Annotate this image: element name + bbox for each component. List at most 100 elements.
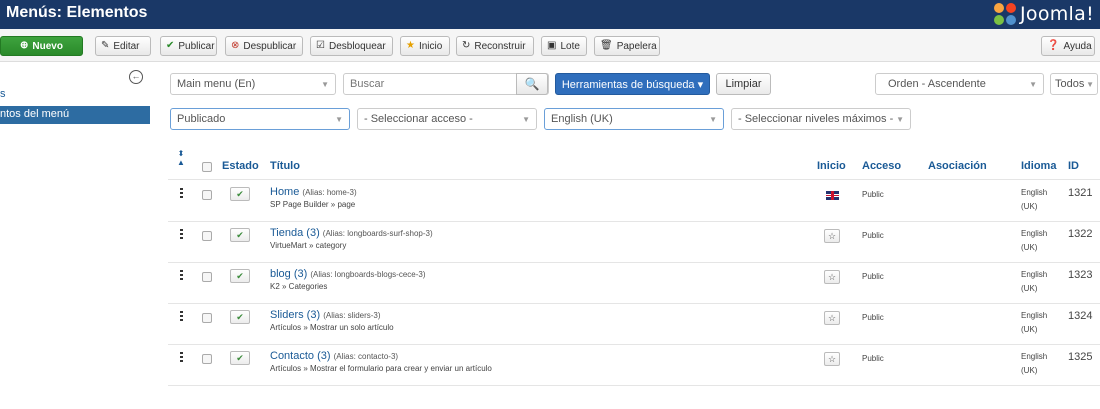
column-association[interactable]: Asociación (928, 160, 987, 172)
uk-flag-icon[interactable] (826, 191, 839, 200)
clear-button[interactable]: Limpiar (716, 73, 771, 95)
caret-down-icon: ▼ (1029, 80, 1037, 89)
sidebar: ← s ntos del menú (0, 62, 150, 132)
item-type: Artículos » Mostrar el formulario para c… (270, 364, 492, 373)
published-toggle[interactable]: ✔ (230, 187, 250, 201)
select-all-checkbox[interactable] (202, 162, 212, 172)
batch-button[interactable]: ▣ Lote (541, 36, 587, 56)
set-home-star-icon[interactable]: ☆ (824, 352, 840, 366)
caret-down-icon: ▼ (709, 115, 717, 124)
item-title-link[interactable]: Contacto (3) (Alias: contacto-3) (270, 350, 398, 362)
drag-handle-icon[interactable] (180, 352, 183, 362)
published-toggle[interactable]: ✔ (230, 310, 250, 324)
publish-button[interactable]: ✔ Publicar (160, 36, 217, 56)
caret-down-icon: ▼ (321, 80, 329, 89)
joomla-logo-icon (994, 3, 1016, 25)
item-language: English (UK) (1021, 311, 1048, 334)
row-divider (168, 262, 1100, 263)
access-level: Public (862, 272, 884, 281)
language-select[interactable]: English (UK) ▼ (544, 108, 724, 130)
star-icon: ★ (406, 40, 415, 51)
unpublish-button[interactable]: ⊗ Despublicar (225, 36, 303, 56)
access-level: Public (862, 231, 884, 240)
item-id: 1321 (1068, 187, 1093, 199)
checkbox-partial-icon: ▣ (547, 40, 557, 51)
search-button[interactable]: 🔍 (516, 73, 548, 95)
search-input[interactable] (344, 74, 514, 94)
sort-ordering-icon[interactable]: ⬍ ▲ (177, 149, 185, 167)
column-home[interactable]: Inicio (817, 160, 846, 172)
published-toggle[interactable]: ✔ (230, 351, 250, 365)
search-box: 🔍 (343, 73, 549, 95)
access-level: Public (862, 190, 884, 199)
trash-button[interactable]: 🗑 Papelera (594, 36, 660, 56)
item-type: VirtueMart » category (270, 241, 347, 250)
check-icon: ✔ (236, 312, 244, 322)
column-status[interactable]: Estado (222, 160, 259, 172)
check-icon: ✔ (236, 271, 244, 281)
app-header: Menús: Elementos Joomla! (0, 0, 1100, 29)
published-toggle[interactable]: ✔ (230, 269, 250, 283)
rebuild-button[interactable]: ↻ Reconstruir (456, 36, 534, 56)
remove-icon: ⊗ (231, 40, 240, 51)
set-home-star-icon[interactable]: ☆ (824, 229, 840, 243)
row-checkbox[interactable] (202, 272, 212, 282)
caret-down-icon: ▼ (335, 115, 343, 124)
item-language: English (UK) (1021, 229, 1048, 252)
item-language: English (UK) (1021, 270, 1048, 293)
logo-text: Joomla! (1020, 3, 1094, 25)
max-levels-select[interactable]: - Seleccionar niveles máximos - ▼ (731, 108, 911, 130)
row-checkbox[interactable] (202, 354, 212, 364)
state-select[interactable]: Publicado ▼ (170, 108, 350, 130)
caret-down-icon: ▼ (522, 115, 530, 124)
drag-handle-icon[interactable] (180, 311, 183, 321)
row-divider (168, 221, 1100, 222)
help-button[interactable]: ❓ Ayuda (1041, 36, 1095, 56)
item-type: Artículos » Mostrar un solo artículo (270, 323, 394, 332)
search-tools-button[interactable]: Herramientas de búsqueda ▾ (555, 73, 710, 95)
row-divider (168, 303, 1100, 304)
published-toggle[interactable]: ✔ (230, 228, 250, 242)
column-language[interactable]: Idioma (1021, 160, 1056, 172)
row-checkbox[interactable] (202, 313, 212, 323)
check-icon: ✔ (236, 230, 244, 240)
column-access[interactable]: Acceso (862, 160, 901, 172)
drag-handle-icon[interactable] (180, 229, 183, 239)
caret-down-icon: ▼ (1086, 80, 1094, 89)
item-title-link[interactable]: Home (Alias: home-3) (270, 186, 357, 198)
column-title[interactable]: Título (270, 160, 300, 172)
new-button[interactable]: ⊕ Nuevo (0, 36, 83, 56)
menu-select[interactable]: Main menu (En) ▼ (170, 73, 336, 95)
column-id[interactable]: ID (1068, 160, 1079, 172)
caret-down-icon: ▼ (896, 115, 904, 124)
set-home-star-icon[interactable]: ☆ (824, 311, 840, 325)
refresh-icon: ↻ (462, 40, 471, 51)
item-title-link[interactable]: Tienda (3) (Alias: longboards-surf-shop-… (270, 227, 433, 239)
row-checkbox[interactable] (202, 231, 212, 241)
row-divider (168, 344, 1100, 345)
order-select[interactable]: Orden - Ascendente ▼ (875, 73, 1044, 95)
row-checkbox[interactable] (202, 190, 212, 200)
drag-handle-icon[interactable] (180, 270, 183, 280)
set-home-star-icon[interactable]: ☆ (824, 270, 840, 284)
limit-select[interactable]: Todos ▼ (1050, 73, 1098, 95)
item-language: English (UK) (1021, 188, 1048, 211)
item-type: SP Page Builder » page (270, 200, 356, 209)
sidebar-collapse-icon[interactable]: ← (129, 70, 143, 84)
access-level: Public (862, 354, 884, 363)
plus-circle-icon: ⊕ (20, 40, 29, 51)
joomla-logo[interactable]: Joomla! (994, 3, 1094, 25)
sidebar-item-menu-items[interactable]: ntos del menú (0, 106, 150, 124)
item-title-link[interactable]: Sliders (3) (Alias: sliders-3) (270, 309, 381, 321)
home-button[interactable]: ★ Inicio (400, 36, 450, 56)
header-divider (168, 179, 1100, 180)
drag-handle-icon[interactable] (180, 188, 183, 198)
item-title-link[interactable]: blog (3) (Alias: longboards-blogs-cece-3… (270, 268, 426, 280)
edit-button[interactable]: ✎ Editar (95, 36, 151, 56)
sidebar-item-menus[interactable]: s (0, 88, 150, 104)
access-select[interactable]: - Seleccionar acceso - ▼ (357, 108, 537, 130)
unlock-button[interactable]: ☑ Desbloquear (310, 36, 393, 56)
item-type: K2 » Categories (270, 282, 328, 291)
item-id: 1324 (1068, 310, 1093, 322)
check-icon: ✔ (236, 353, 244, 363)
